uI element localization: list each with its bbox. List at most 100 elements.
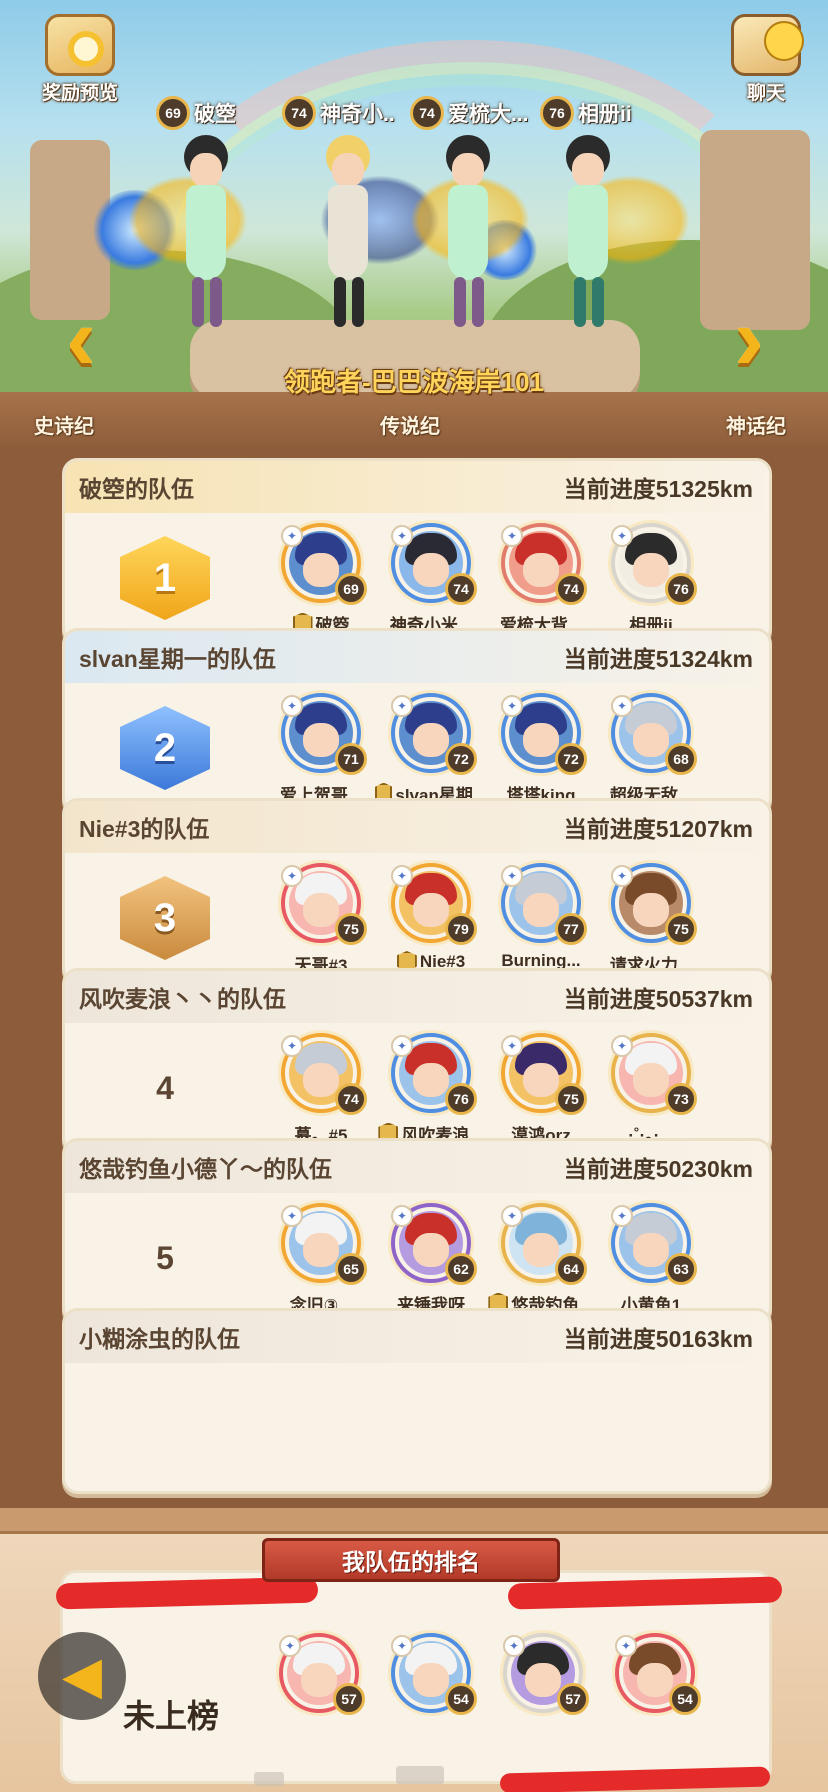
character-3 [410,135,530,335]
team-member[interactable]: ✦ 74 慕。#5 [265,1033,377,1151]
level-badge: 76 [665,573,697,605]
class-icon: ✦ [391,1035,413,1057]
era-tab-epic[interactable]: 史诗纪 [34,410,94,439]
chevron-right-icon: › [734,289,764,389]
level-badge: 74 [282,96,316,130]
member-avatar: ✦ 68 [611,693,697,775]
team-card-body: 4 ✦ 74 慕。#5 ✦ 76 风吹麦浪... ✦ 75 漠鸿orz ✦ 73 ·˚·… [65,1023,769,1151]
my-team-member[interactable]: ✦ 57 [263,1633,375,1751]
team-member[interactable]: ✦ 79 Nie#3 [375,863,487,981]
team-card[interactable]: 悠哉钓鱼小德丫～的队伍 当前进度50230km 5 ✦ 65 念旧③... ✦ 62 来… [62,1138,772,1324]
member-avatar: ✦ 71 [281,693,367,775]
team-member[interactable]: ✦ 74 爱梳大背... [485,523,597,641]
level-badge: 77 [555,913,587,945]
chat-button[interactable]: 聊天 [718,14,814,105]
rank-cell: 1 [65,513,265,641]
team-card[interactable]: 破箜的队伍 当前进度51325km 1 ✦ 69 破箜 ✦ 74 神奇小米... ✦ 7… [62,458,772,644]
level-badge: 73 [665,1083,697,1115]
team-member[interactable]: ✦ 72 slvan星期... [375,693,487,811]
team-progress: 当前进度50537km [563,986,753,1012]
class-icon: ✦ [503,1635,525,1657]
team-member[interactable]: ✦ 71 爱上贺哥... [265,693,377,811]
member-avatar: ✦ 64 [501,1203,587,1285]
team-name: Nie#3的队伍 [79,816,210,842]
level-badge: 65 [335,1253,367,1285]
team-member[interactable]: ✦ 76 相册ii [595,523,707,641]
team-member[interactable]: ✦ 75 漠鸿orz [485,1033,597,1151]
character-4 [550,135,690,335]
level-badge: 74 [410,96,444,130]
team-member[interactable]: ✦ 68 超级无敌... [595,693,707,811]
team-leaderboard[interactable]: 破箜的队伍 当前进度51325km 1 ✦ 69 破箜 ✦ 74 神奇小米... ✦ 7… [62,458,772,1508]
member-avatar: ✦ 74 [391,523,477,605]
my-team-member[interactable]: ✦ 54 [599,1633,711,1751]
level-badge: 72 [445,743,477,775]
rank-number: 5 [156,1239,174,1276]
member-avatar: ✦ 74 [281,1033,367,1115]
member-avatar: ✦ 69 [281,523,367,605]
class-icon: ✦ [501,695,523,717]
level-badge: 62 [445,1253,477,1285]
rank-medal-icon: 2 [120,706,210,790]
level-badge: 75 [665,913,697,945]
team-member[interactable]: ✦ 76 风吹麦浪... [375,1033,487,1151]
top-member-name: 相册ii [578,103,632,126]
team-member[interactable]: ✦ 62 来锤我呀 [375,1203,487,1321]
next-era-button[interactable]: › [708,294,790,384]
my-team-member[interactable]: ✦ 54 [375,1633,487,1751]
member-avatar: ✦ 57 [279,1633,365,1715]
team-card-header: slvan星期一的队伍 当前进度51324km [65,631,769,683]
back-button[interactable]: ◀ [38,1632,126,1720]
class-icon: ✦ [501,525,523,547]
team-card-header: Nie#3的队伍 当前进度51207km [65,801,769,853]
team-member[interactable]: ✦ 69 破箜 [265,523,377,641]
team-member[interactable]: ✦ 72 塔塔king [485,693,597,811]
team-member[interactable]: ✦ 77 Burning... [485,863,597,981]
chat-icon [731,14,804,76]
top-member-chip: 74 神奇小.. [282,96,395,130]
level-badge: 54 [445,1683,477,1715]
rank-cell: 4 [65,1023,265,1151]
team-member[interactable]: ✦ 75 天哥#3 [265,863,377,981]
member-avatar: ✦ 72 [501,693,587,775]
team-progress: 当前进度51324km [563,646,753,672]
team-card[interactable]: slvan星期一的队伍 当前进度51324km 2 ✦ 71 爱上贺哥... ✦ 72… [62,628,772,814]
level-badge: 54 [669,1683,701,1715]
team-card-header: 悠哉钓鱼小德丫～的队伍 当前进度50230km [65,1141,769,1193]
level-badge: 74 [445,573,477,605]
team-member[interactable]: ✦ 65 念旧③... [265,1203,377,1321]
team-member[interactable]: ✦ 74 神奇小米... [375,523,487,641]
team-card[interactable]: 小糊涂虫的队伍 当前进度50163km [62,1308,772,1494]
class-icon: ✦ [281,695,303,717]
my-team-member[interactable]: ✦ 57 [487,1633,599,1751]
prev-era-button[interactable]: ‹ [40,294,122,384]
team-member[interactable]: ✦ 75 请求火力... [595,863,707,981]
level-badge: 76 [445,1083,477,1115]
level-badge: 57 [333,1683,365,1715]
reward-preview-button[interactable]: 奖励预览 [32,14,128,105]
chat-label: 聊天 [746,83,785,104]
reward-chest-icon [45,14,115,76]
era-tab-myth[interactable]: 神话纪 [726,410,786,439]
team-member[interactable]: ✦ 63 小黄鱼1 [595,1203,707,1321]
class-icon: ✦ [279,1635,301,1657]
team-member[interactable]: ✦ 64 悠哉钓鱼... [485,1203,597,1321]
level-badge: 74 [555,573,587,605]
chevron-left-icon: ‹ [66,289,96,389]
level-badge: 75 [335,913,367,945]
level-badge: 71 [335,743,367,775]
class-icon: ✦ [501,1035,523,1057]
rank-cell: 3 [65,853,265,981]
top-member-chip: 74 爱梳大... [410,96,529,130]
era-tab-legend[interactable]: 传说纪 [380,410,440,439]
blurred-name [396,1766,444,1784]
team-progress: 当前进度51207km [563,816,753,842]
arrow-left-icon: ◀ [62,1647,102,1705]
team-card[interactable]: 风吹麦浪丶丶的队伍 当前进度50537km 4 ✦ 74 慕。#5 ✦ 76 风吹麦浪.… [62,968,772,1154]
class-icon: ✦ [391,1205,413,1227]
team-card-body: 3 ✦ 75 天哥#3 ✦ 79 Nie#3 ✦ 77 Burning... ✦ 75… [65,853,769,981]
team-card[interactable]: Nie#3的队伍 当前进度51207km 3 ✦ 75 天哥#3 ✦ 79 Nie#3 … [62,798,772,984]
team-member[interactable]: ✦ 73 ·˚·。·... [595,1033,707,1151]
member-avatar: ✦ 57 [503,1633,589,1715]
team-card-header: 破箜的队伍 当前进度51325km [65,461,769,513]
